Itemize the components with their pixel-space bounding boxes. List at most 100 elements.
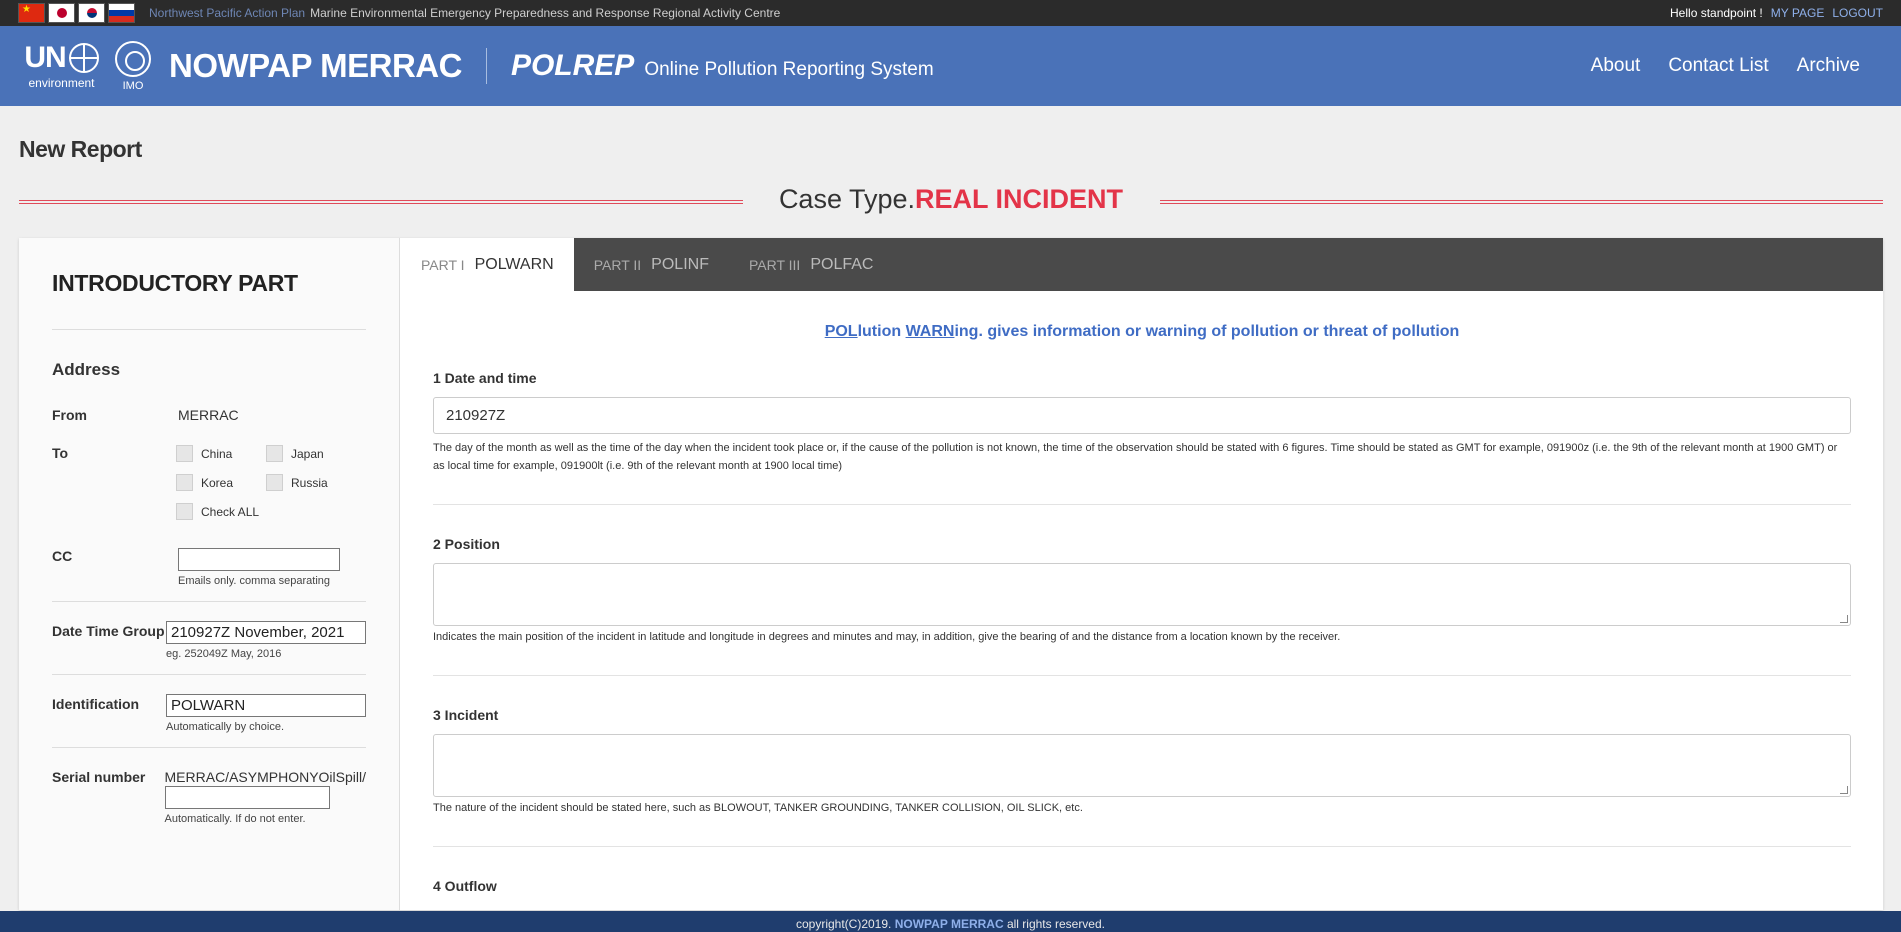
desc-rest: ing. gives information or warning of pol…: [954, 323, 1460, 340]
divider: [52, 601, 366, 602]
tab-part-number: PART II: [593, 256, 642, 273]
russia-flag-icon[interactable]: [108, 3, 135, 23]
cc-input[interactable]: [178, 548, 340, 571]
nowpap-merrac-logo[interactable]: NOWPAP MERRAC: [169, 47, 462, 85]
un-environment-label: environment: [28, 76, 95, 90]
from-label: From: [52, 407, 87, 423]
to-japan-checkbox[interactable]: Japan: [266, 445, 366, 462]
desc-pol: POL: [824, 323, 858, 340]
tab-part-number: PART I: [421, 256, 465, 273]
to-row: To China Japan Korea Russia Check ALL: [52, 445, 366, 520]
copyright-prefix: copyright(C)2019.: [795, 917, 892, 931]
serial-number-input[interactable]: [164, 786, 330, 809]
field-position: 2 Position Indicates the main position o…: [401, 536, 1883, 676]
identification-input[interactable]: [166, 694, 366, 717]
divider: [52, 747, 366, 748]
tab-polwarn[interactable]: PART I POLWARN: [401, 238, 574, 291]
field-incident: 3 Incident The nature of the incident sh…: [401, 707, 1883, 847]
field-title: 1 Date and time: [433, 370, 537, 386]
field-title: 2 Position: [433, 536, 500, 552]
imo-logo[interactable]: IMO: [112, 40, 154, 92]
tab-label: POLINF: [651, 255, 709, 273]
user-menu: Hello standpoint ! MY PAGE LOGOUT: [1670, 6, 1883, 20]
korea-flag-icon[interactable]: [78, 3, 105, 23]
cc-row: CC Emails only. comma separating: [52, 548, 366, 587]
dtg-group: eg. 252049Z May, 2016: [166, 621, 366, 660]
tab-label: POLFAC: [810, 255, 874, 273]
identification-help: Automatically by choice.: [166, 721, 284, 733]
from-value: MERRAC: [178, 407, 239, 423]
header-divider: [485, 48, 487, 84]
site-header: UN environment IMO NOWPAP MERRAC POLREP …: [0, 26, 1901, 106]
report-form: INTRODUCTORY PART Address From MERRAC To…: [19, 238, 1883, 910]
to-label: To: [52, 445, 69, 461]
cc-help: Emails only. comma separating: [178, 575, 331, 587]
to-russia-checkbox[interactable]: Russia: [266, 474, 366, 491]
identification-group: Automatically by choice.: [166, 694, 366, 733]
to-checkboxes: China Japan Korea Russia Check ALL: [176, 445, 366, 520]
cc-group: Emails only. comma separating: [178, 548, 340, 587]
nav-archive[interactable]: Archive: [1797, 55, 1860, 77]
checkbox-box[interactable]: [176, 503, 193, 520]
from-row: From MERRAC: [52, 407, 366, 423]
serial-label: Serial number: [52, 769, 146, 785]
to-korea-checkbox[interactable]: Korea: [176, 474, 266, 491]
greeting: Hello standpoint !: [1670, 6, 1763, 20]
footer-brand-link[interactable]: NOWPAP MERRAC: [895, 917, 1004, 931]
language-flags: [18, 3, 135, 23]
serial-prefix: MERRAC/ASYMPHONYOilSpill/: [164, 769, 366, 785]
position-textarea[interactable]: [433, 563, 1851, 626]
checkbox-label: Russia: [291, 475, 328, 490]
desc-lution: lution: [857, 323, 906, 340]
site-footer: copyright(C)2019. NOWPAP MERRAC all righ…: [0, 911, 1901, 932]
divider: [52, 329, 366, 330]
checkbox-label: Japan: [291, 446, 324, 461]
imo-emblem-icon: [115, 40, 151, 77]
nav-contact-list[interactable]: Contact List: [1668, 55, 1768, 77]
field-title: 4 Outflow: [433, 878, 497, 894]
checkbox-box[interactable]: [266, 474, 283, 491]
field-help: Indicates the main position of the incid…: [433, 631, 1341, 643]
checkbox-box[interactable]: [176, 445, 193, 462]
serial-group: MERRAC/ASYMPHONYOilSpill/ Automatically.…: [164, 769, 366, 825]
to-check-all-checkbox[interactable]: Check ALL: [176, 503, 266, 520]
case-type: Case Type.REAL INCIDENT: [19, 184, 1883, 215]
dtg-help: eg. 252049Z May, 2016: [166, 648, 282, 660]
un-globe-icon: [68, 43, 99, 73]
checkbox-label: Check ALL: [201, 504, 260, 519]
date-time-input[interactable]: 210927Z: [433, 397, 1851, 434]
case-type-value: REAL INCIDENT: [915, 184, 1124, 214]
china-flag-icon[interactable]: [18, 3, 45, 23]
identification-label: Identification: [52, 696, 140, 712]
main-nav: About Contact List Archive: [1591, 55, 1860, 77]
polrep-title: POLREP: [510, 49, 635, 82]
desc-warn: WARN: [905, 323, 955, 340]
identification-row: Identification Automatically by choice.: [52, 694, 366, 733]
un-environment-logo[interactable]: UN environment: [19, 42, 104, 90]
field-outflow: 4 Outflow: [401, 878, 1883, 894]
checkbox-box[interactable]: [176, 474, 193, 491]
polwarn-description: POLlution WARNing. gives information or …: [401, 323, 1883, 341]
serial-row: Serial number MERRAC/ASYMPHONYOilSpill/ …: [52, 769, 366, 825]
logout-link[interactable]: LOGOUT: [1832, 6, 1883, 20]
japan-flag-icon[interactable]: [48, 3, 75, 23]
nowpap-subtitle: Northwest Pacific Action Plan: [149, 6, 306, 20]
nav-about[interactable]: About: [1591, 55, 1641, 77]
page-title: New Report: [19, 136, 142, 162]
my-page-link[interactable]: MY PAGE: [1771, 6, 1825, 20]
divider: [433, 846, 1851, 847]
system-name: Online Pollution Reporting System: [644, 59, 934, 80]
incident-textarea[interactable]: [433, 734, 1851, 797]
tab-polfac[interactable]: PART III POLFAC: [729, 238, 894, 291]
tab-part-number: PART III: [748, 256, 801, 273]
checkbox-label: China: [201, 446, 233, 461]
checkbox-box[interactable]: [266, 445, 283, 462]
case-type-row: Case Type.REAL INCIDENT: [19, 184, 1883, 220]
part-tabs: PART I POLWARN PART II POLINF PART III P…: [401, 238, 1883, 291]
tab-polinf[interactable]: PART II POLINF: [574, 238, 729, 291]
field-help: The nature of the incident should be sta…: [433, 802, 1083, 814]
date-time-group-input[interactable]: [166, 621, 366, 644]
tab-label: POLWARN: [474, 255, 554, 273]
to-china-checkbox[interactable]: China: [176, 445, 266, 462]
introductory-part: INTRODUCTORY PART Address From MERRAC To…: [19, 238, 400, 910]
